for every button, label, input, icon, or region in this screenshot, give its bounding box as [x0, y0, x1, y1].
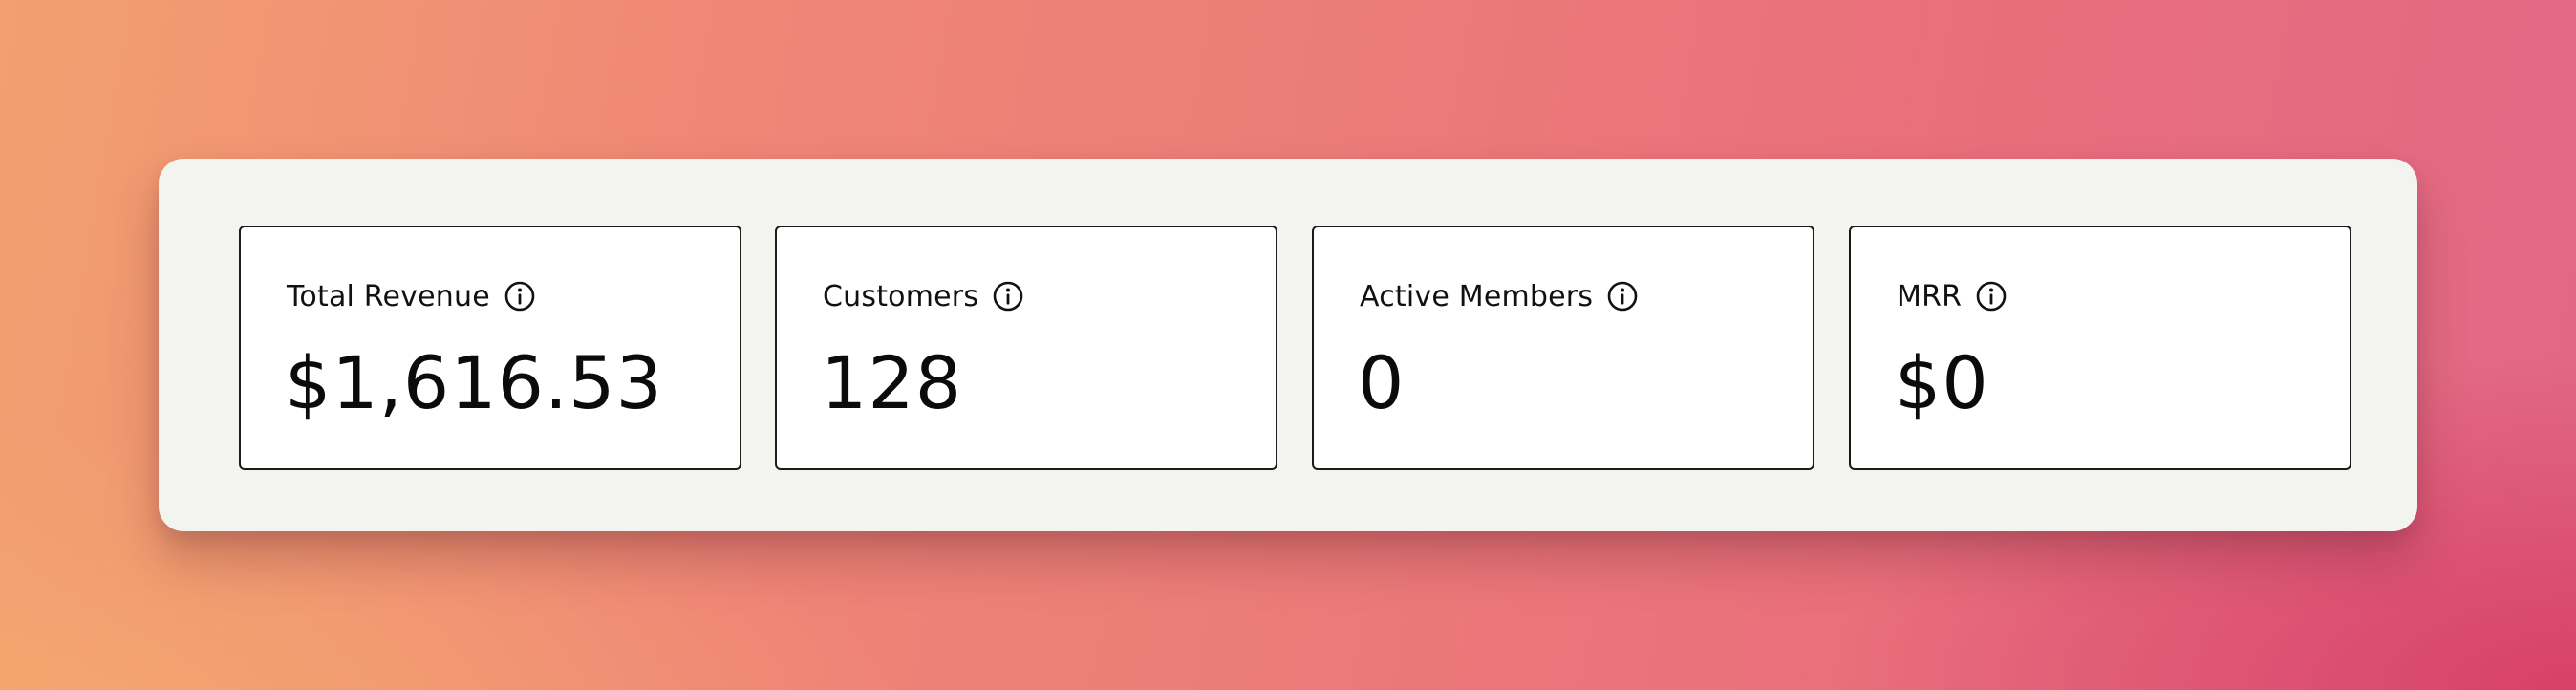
stat-card-customers: Customers 128 — [775, 226, 1277, 470]
info-icon[interactable] — [504, 280, 536, 313]
stat-label: Customers — [823, 279, 979, 313]
stat-value: 0 — [1358, 340, 1406, 425]
stat-card-active-members: Active Members 0 — [1312, 226, 1814, 470]
page-background: { "stats": [ {"label": "Total Revenue", … — [0, 0, 2576, 690]
stat-label: Total Revenue — [287, 279, 490, 313]
stat-card-mrr: MRR $0 — [1849, 226, 2351, 470]
stats-panel: Total Revenue $1,616.53 Customers 128 Ac… — [159, 159, 2417, 531]
info-icon[interactable] — [1606, 280, 1639, 313]
info-icon[interactable] — [1975, 280, 2007, 313]
stat-label-row: MRR — [1897, 279, 2007, 313]
stat-card-total-revenue: Total Revenue $1,616.53 — [239, 226, 741, 470]
stat-label-row: Total Revenue — [287, 279, 536, 313]
stat-label: MRR — [1897, 279, 1963, 313]
stat-value: $1,616.53 — [285, 340, 663, 425]
stat-value: $0 — [1895, 340, 1989, 425]
stat-label: Active Members — [1360, 279, 1594, 313]
info-icon[interactable] — [992, 280, 1024, 313]
stat-label-row: Active Members — [1360, 279, 1639, 313]
stat-value: 128 — [821, 340, 963, 425]
stat-label-row: Customers — [823, 279, 1024, 313]
